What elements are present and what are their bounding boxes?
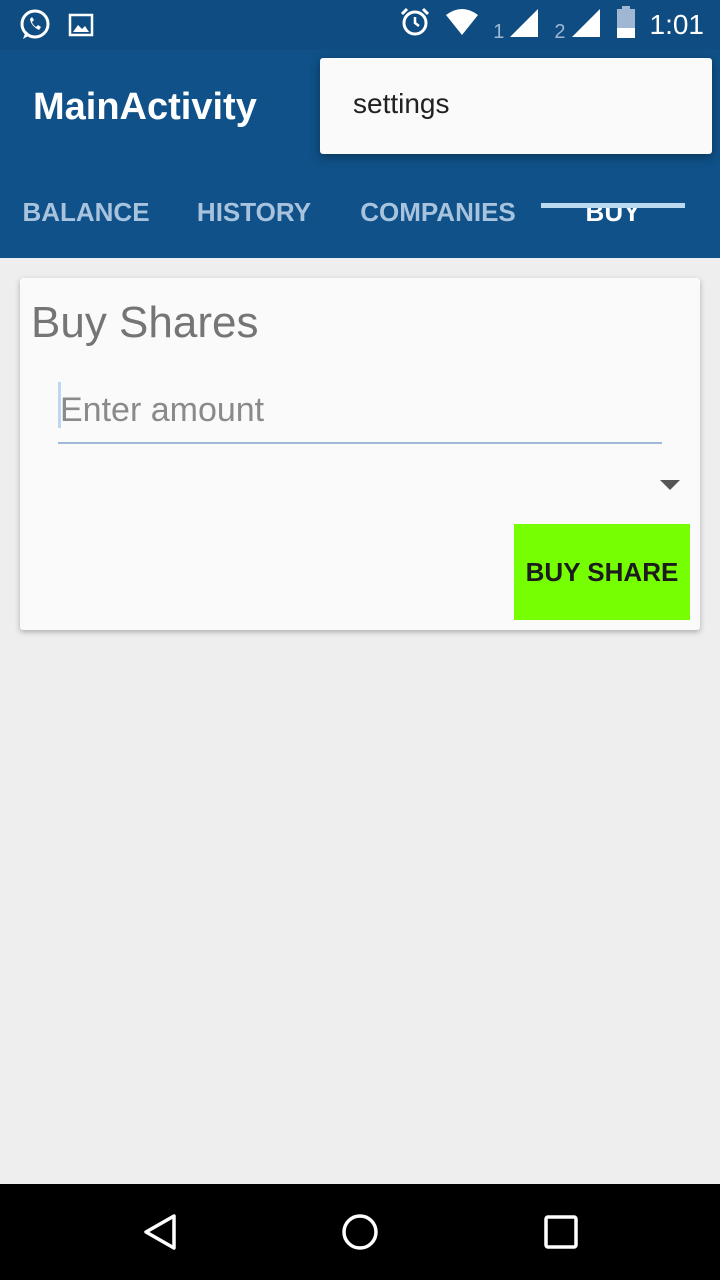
sim1-label: 1 (493, 21, 505, 43)
app-title: MainActivity (33, 86, 257, 128)
clock: 1:01 (649, 8, 705, 40)
text-cursor (58, 382, 61, 428)
battery-icon (616, 6, 636, 43)
tab-bar: BALANCE HISTORY COMPANIES BUY (0, 178, 720, 258)
amount-input[interactable] (58, 378, 662, 444)
card-title: Buy Shares (31, 298, 259, 347)
buy-share-button[interactable]: BUY SHARE (514, 524, 690, 620)
image-icon (68, 12, 94, 43)
sim2-signal: 2 (554, 7, 601, 42)
home-icon[interactable] (340, 1212, 380, 1252)
company-spinner[interactable] (58, 464, 688, 508)
recents-icon[interactable] (541, 1212, 581, 1252)
back-icon[interactable] (140, 1212, 180, 1252)
dropdown-arrow-icon (660, 480, 680, 490)
whatsapp-icon (18, 8, 52, 47)
sim2-label: 2 (554, 21, 566, 43)
tab-buy[interactable]: BUY (541, 178, 685, 258)
signal-icon (508, 7, 540, 42)
active-tab-indicator (541, 203, 685, 208)
tab-history[interactable]: HISTORY (172, 178, 336, 258)
status-bar: 1 2 1:01 (0, 0, 720, 50)
tab-companies[interactable]: COMPANIES (336, 178, 540, 258)
alarm-icon (399, 6, 431, 43)
tab-balance[interactable]: BALANCE (0, 178, 172, 258)
buy-shares-card: Buy Shares BUY SHARE (20, 278, 700, 630)
navigation-bar (0, 1184, 720, 1280)
signal-icon (570, 7, 602, 42)
wifi-icon (445, 7, 479, 42)
menu-item-settings[interactable]: settings (353, 88, 450, 120)
sim1-signal: 1 (493, 7, 540, 42)
overflow-menu: settings (320, 58, 712, 154)
